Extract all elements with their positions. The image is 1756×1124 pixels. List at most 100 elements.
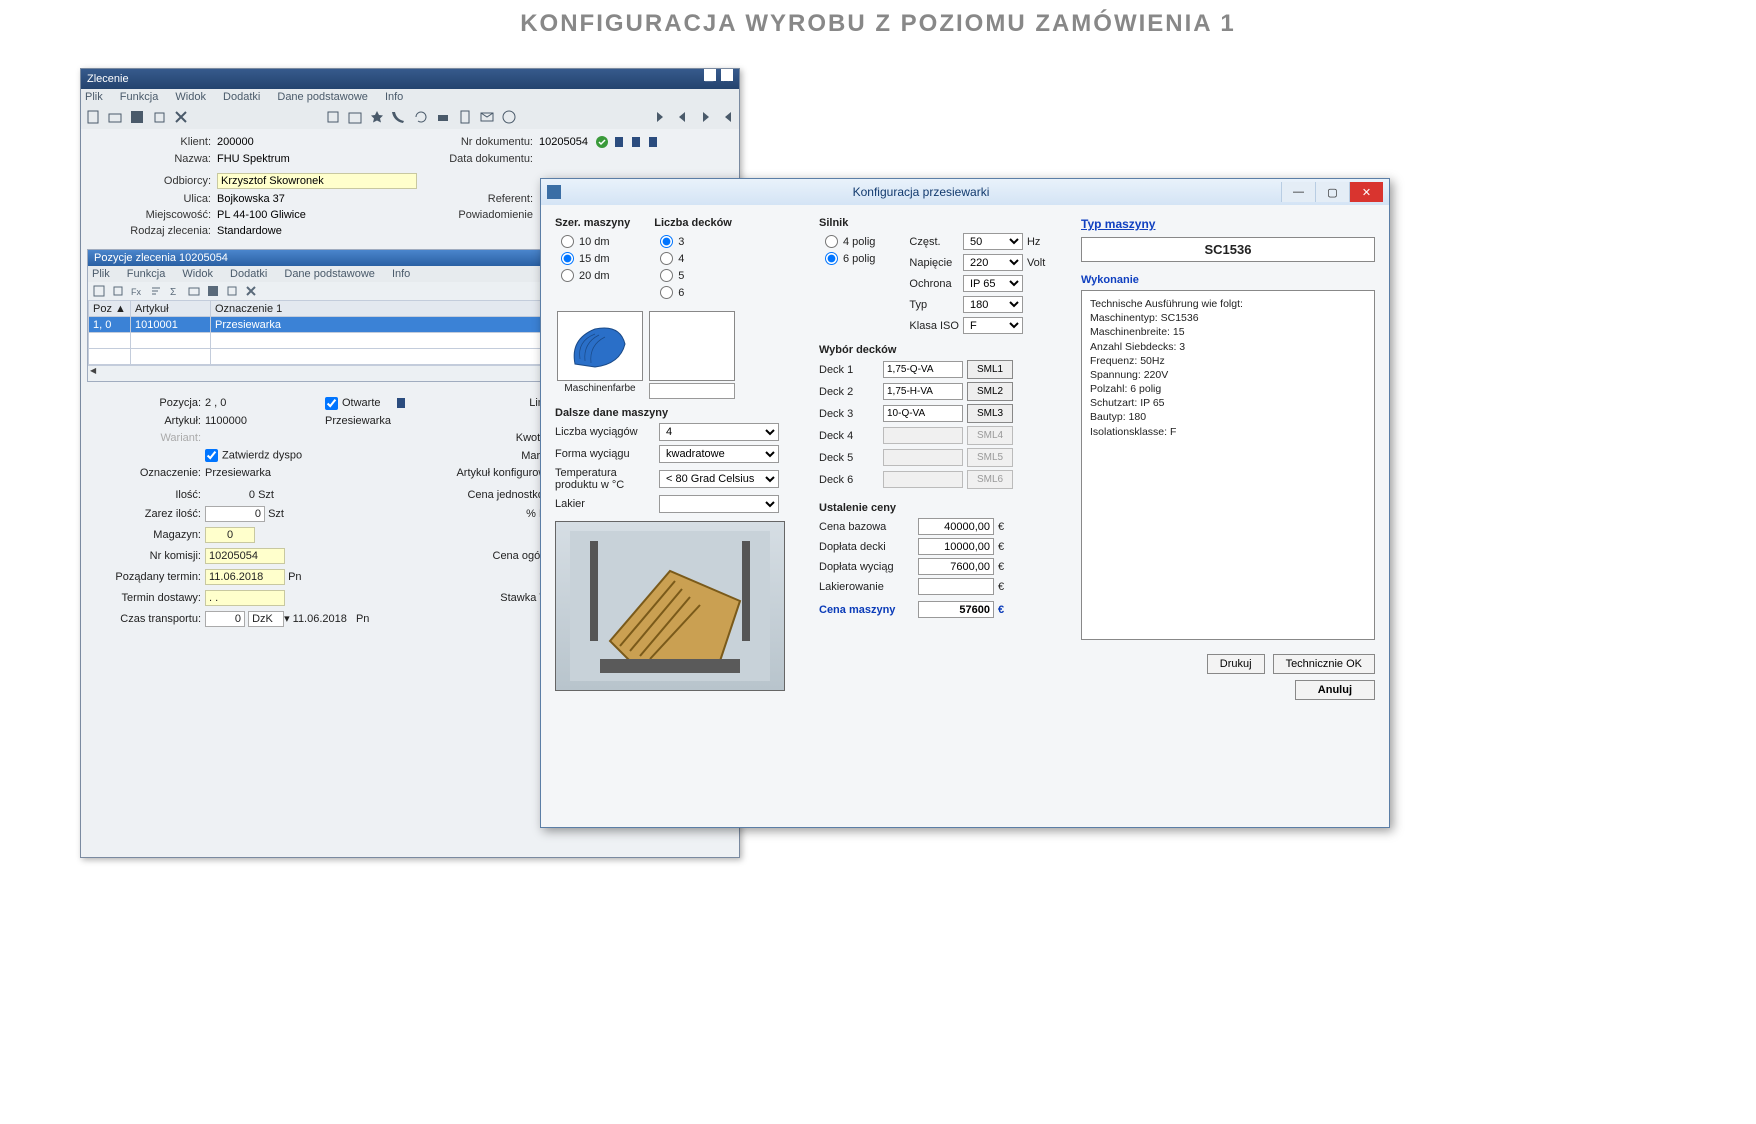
menu-dane[interactable]: Dane podstawowe [277, 91, 368, 103]
sel-czest[interactable]: 50 [963, 233, 1023, 250]
btn-sml2[interactable]: SML2 [967, 382, 1013, 401]
thumb-empty[interactable] [649, 311, 735, 381]
sel-lakier[interactable] [659, 495, 779, 513]
in-dopw[interactable] [918, 558, 994, 575]
next-icon[interactable] [697, 109, 713, 125]
thumb-maschinenfarbe[interactable] [557, 311, 643, 381]
btn-anuluj[interactable]: Anuluj [1295, 680, 1375, 700]
close-button[interactable]: ✕ [1349, 182, 1383, 202]
val-termindost[interactable]: . . [205, 590, 285, 606]
in-baz[interactable] [918, 518, 994, 535]
in-lak[interactable] [918, 578, 994, 595]
calendar-icon[interactable] [347, 109, 363, 125]
menu-funkcja[interactable]: Funkcja [120, 91, 159, 103]
val-czas[interactable]: 0 [205, 611, 245, 627]
pos-del-icon[interactable] [244, 284, 258, 298]
val-magazyn[interactable]: 0 [205, 527, 255, 543]
radio-szer-20[interactable]: 20 dm [561, 269, 624, 282]
chk-otwarte[interactable]: Otwarte [325, 396, 445, 410]
btn-sml1[interactable]: SML1 [967, 360, 1013, 379]
sel-tp[interactable]: < 80 Grad Celsius [659, 470, 779, 488]
btn-technicznie-ok[interactable]: Technicznie OK [1273, 654, 1375, 674]
copy-icon[interactable] [151, 109, 167, 125]
phone-icon[interactable] [391, 109, 407, 125]
val-zarez[interactable]: 0 [205, 506, 265, 522]
pos-save-icon[interactable] [206, 284, 220, 298]
val-odbiorcy[interactable]: Krzysztof Skowronek [217, 173, 417, 189]
in-d2[interactable] [883, 383, 963, 400]
pos-dup-icon[interactable] [225, 284, 239, 298]
sel-lw[interactable]: 4 [659, 423, 779, 441]
pos-menu-info[interactable]: Info [392, 268, 410, 280]
pos-copy-icon[interactable] [111, 284, 125, 298]
radio-deck-5[interactable]: 5 [660, 269, 726, 282]
radio-4polig[interactable]: 4 polig [825, 235, 875, 248]
minimize-icon[interactable]: ▭ [704, 69, 716, 81]
menu-plik[interactable]: Plik [85, 91, 103, 103]
btn-sml3[interactable]: SML3 [967, 404, 1013, 423]
page-icon[interactable] [394, 396, 408, 410]
radio-6polig[interactable]: 6 polig [825, 252, 875, 265]
pos-fx-icon[interactable]: Fx [130, 284, 144, 298]
pos-menu-widok[interactable]: Widok [182, 268, 213, 280]
menu-info[interactable]: Info [385, 91, 403, 103]
exec-text[interactable]: Technische Ausführung wie folgt: Maschin… [1081, 290, 1375, 640]
prev-icon[interactable] [675, 109, 691, 125]
doc3-icon[interactable] [646, 135, 660, 149]
close-icon[interactable]: ✕ [721, 69, 733, 81]
sel-dzk[interactable]: DzK [248, 611, 284, 627]
radio-deck-6[interactable]: 6 [660, 286, 726, 299]
in-dopd[interactable] [918, 538, 994, 555]
eur5: € [998, 604, 1010, 616]
book-icon[interactable] [325, 109, 341, 125]
pos-menu-dane[interactable]: Dane podstawowe [284, 268, 375, 280]
refresh-icon[interactable] [413, 109, 429, 125]
first-icon[interactable] [653, 109, 669, 125]
check-circle-icon[interactable] [595, 135, 609, 149]
lbl-pn: Pn [288, 571, 301, 583]
val-nrkom[interactable]: 10205054 [205, 548, 285, 564]
sel-ochr[interactable]: IP 65 [963, 275, 1023, 292]
btn-drukuj[interactable]: Drukuj [1207, 654, 1265, 674]
delete-icon[interactable] [173, 109, 189, 125]
radio-szer-15[interactable]: 15 dm [561, 252, 624, 265]
pos-sum-icon[interactable]: Σ [168, 284, 182, 298]
thumb-input[interactable] [649, 383, 735, 399]
menu-widok[interactable]: Widok [175, 91, 206, 103]
in-d1[interactable] [883, 361, 963, 378]
minimize-button[interactable]: — [1281, 182, 1315, 202]
radio-deck-4[interactable]: 4 [660, 252, 726, 265]
pos-menu-funkcja[interactable]: Funkcja [127, 268, 166, 280]
sel-kiso[interactable]: F [963, 317, 1023, 334]
pos-sort-icon[interactable] [149, 284, 163, 298]
doc1-icon[interactable] [612, 135, 626, 149]
menu-dodatki[interactable]: Dodatki [223, 91, 260, 103]
globe-icon[interactable] [501, 109, 517, 125]
chk-zatwierdz[interactable]: Zatwierdz dyspo [205, 449, 325, 462]
col-artykul[interactable]: Artykuł [131, 301, 211, 317]
radio-deck-3[interactable]: 3 [660, 235, 726, 248]
val-poztermin[interactable]: 11.06.2018 [205, 569, 285, 585]
doc2-icon[interactable] [629, 135, 643, 149]
open-icon[interactable] [107, 109, 123, 125]
col-poz[interactable]: Poz ▲ [89, 301, 131, 317]
doc-icon[interactable] [457, 109, 473, 125]
sel-typ[interactable]: 180 [963, 296, 1023, 313]
pos-menu-dodatki[interactable]: Dodatki [230, 268, 267, 280]
radio-szer-10[interactable]: 10 dm [561, 235, 624, 248]
save-icon[interactable] [129, 109, 145, 125]
new-icon[interactable] [85, 109, 101, 125]
maximize-button[interactable]: ▢ [1315, 182, 1349, 202]
pos-open-icon[interactable] [187, 284, 201, 298]
pos-menu-plik[interactable]: Plik [92, 268, 110, 280]
pos-new-icon[interactable] [92, 284, 106, 298]
link-typ-maszyny[interactable]: Typ maszyny [1081, 217, 1375, 231]
print-icon[interactable] [435, 109, 451, 125]
lbl-silnik: Silnik [819, 217, 881, 229]
last-icon[interactable] [719, 109, 735, 125]
mail-icon[interactable] [479, 109, 495, 125]
star-icon[interactable] [369, 109, 385, 125]
sel-nap[interactable]: 220 [963, 254, 1023, 271]
sel-fw[interactable]: kwadratowe [659, 445, 779, 463]
in-d3[interactable] [883, 405, 963, 422]
